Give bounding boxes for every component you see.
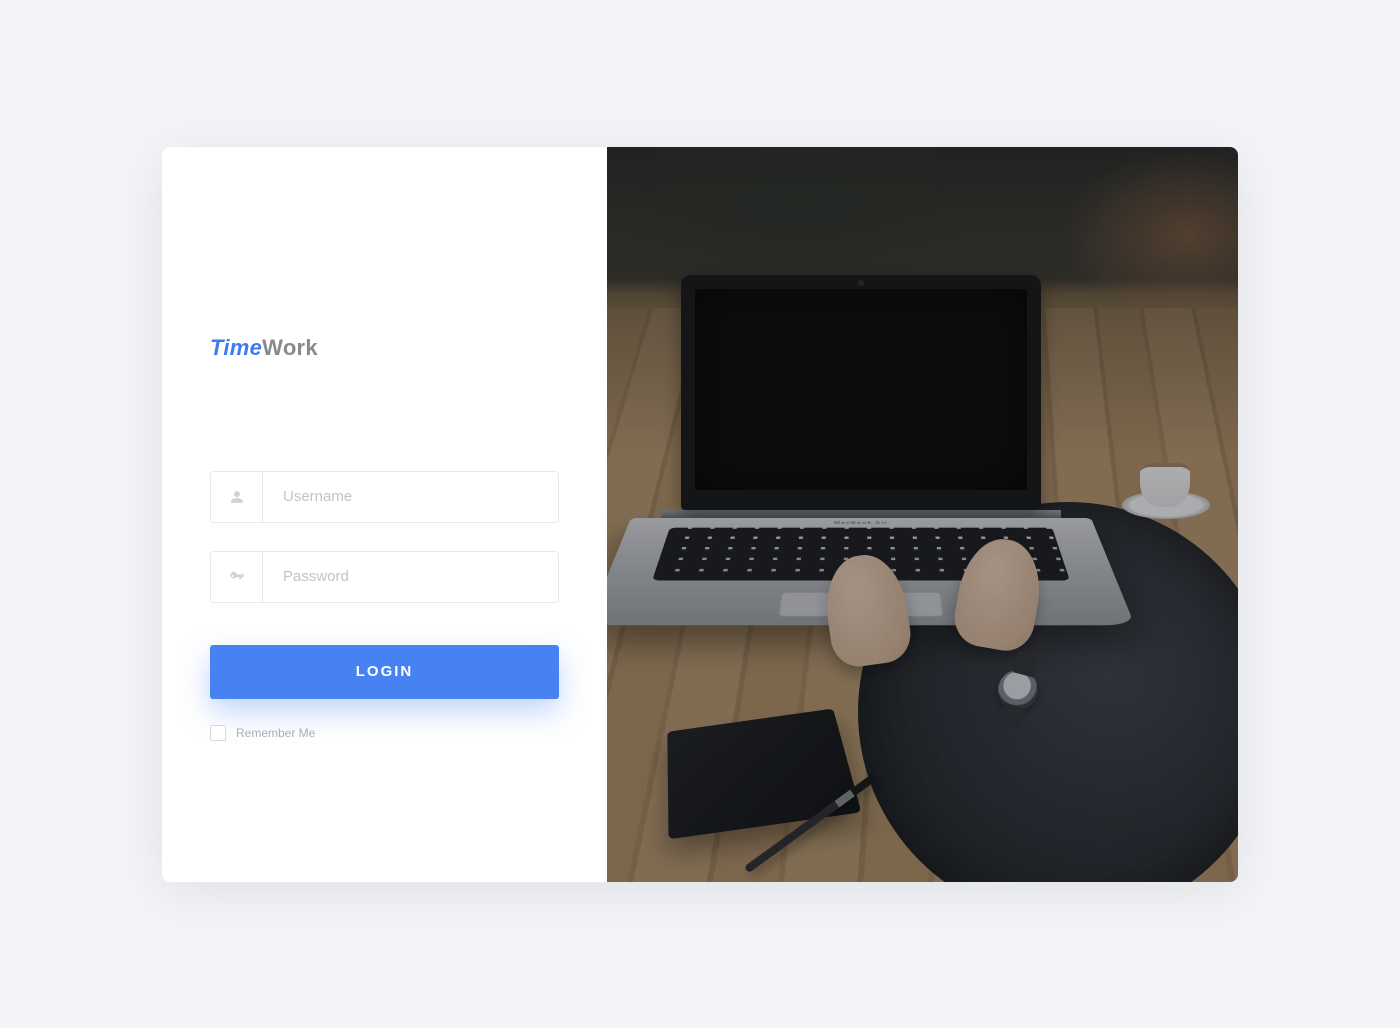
logo-second-word: Work bbox=[262, 335, 318, 360]
password-input[interactable] bbox=[263, 552, 558, 602]
key-icon bbox=[211, 552, 263, 602]
app-logo: TimeWork bbox=[210, 335, 559, 361]
logo-first-word: Time bbox=[210, 335, 262, 360]
remember-me-checkbox[interactable] bbox=[210, 725, 226, 741]
hero-image-panel: MacBook Air bbox=[607, 147, 1238, 882]
login-form-panel: TimeWork LOGIN Remember Me bbox=[162, 147, 607, 882]
remember-me-label: Remember Me bbox=[236, 726, 315, 740]
login-card: TimeWork LOGIN Remember Me bbox=[162, 147, 1238, 882]
user-icon bbox=[211, 472, 263, 522]
password-group bbox=[210, 551, 559, 603]
login-button[interactable]: LOGIN bbox=[210, 645, 559, 699]
hero-photo: MacBook Air bbox=[607, 147, 1238, 882]
username-group bbox=[210, 471, 559, 523]
remember-me-row: Remember Me bbox=[210, 725, 559, 741]
username-input[interactable] bbox=[263, 472, 558, 522]
